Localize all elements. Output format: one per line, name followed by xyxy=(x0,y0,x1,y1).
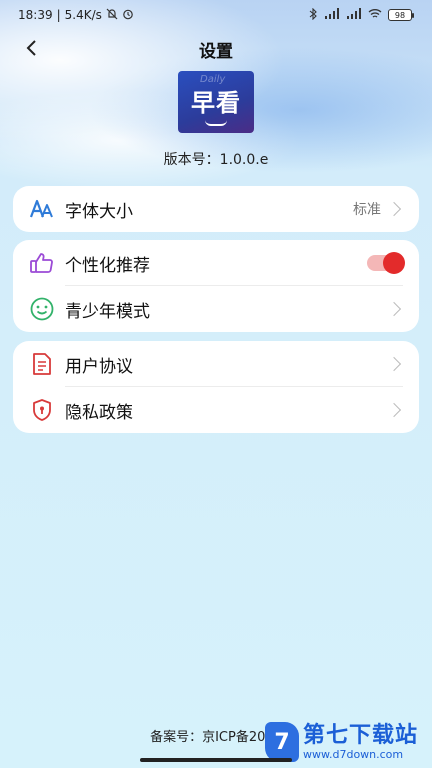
watermark-url: www.d7down.com xyxy=(303,747,404,761)
chevron-right-icon xyxy=(386,356,402,372)
signal-icon-1 xyxy=(324,8,340,22)
watermark-title: 第七下载站 xyxy=(303,722,419,748)
row-personalized-label: 个性化推荐 xyxy=(65,255,150,276)
logo-smile-mark xyxy=(205,120,227,126)
chevron-right-icon xyxy=(386,201,402,217)
alarm-icon xyxy=(122,8,134,23)
home-indicator[interactable] xyxy=(140,758,292,762)
watermark-logo: 7 xyxy=(265,722,299,762)
card-display: 字体大小 标准 xyxy=(13,186,419,232)
thumbs-up-icon xyxy=(29,250,55,276)
row-privacy-policy[interactable]: 隐私政策 xyxy=(13,387,419,433)
wifi-icon xyxy=(368,8,382,22)
card-preferences: 个性化推荐 青少年模式 xyxy=(13,240,419,332)
row-user-agreement-label: 用户协议 xyxy=(65,356,133,377)
status-time: 18:39 xyxy=(18,8,53,22)
toggle-knob xyxy=(383,252,405,274)
back-button[interactable] xyxy=(18,34,46,62)
row-user-agreement[interactable]: 用户协议 xyxy=(13,341,419,387)
bluetooth-icon xyxy=(308,7,318,23)
row-personalized-recommend[interactable]: 个性化推荐 xyxy=(13,240,419,286)
status-speed: 5.4K/s xyxy=(64,8,102,22)
chevron-right-icon xyxy=(386,301,402,317)
logo-small-text: Daily xyxy=(200,74,226,85)
signal-icon-2 xyxy=(346,8,362,22)
smile-face-icon xyxy=(29,296,55,322)
chevron-left-icon xyxy=(26,40,36,56)
personalized-toggle[interactable] xyxy=(367,252,405,274)
card-legal: 用户协议 隐私政策 xyxy=(13,341,419,433)
logo-name: 早看 xyxy=(191,88,241,117)
page-title: 设置 xyxy=(199,41,233,62)
chevron-right-icon xyxy=(386,402,402,418)
shield-icon xyxy=(29,397,55,423)
font-size-icon xyxy=(29,196,55,222)
row-teen-mode[interactable]: 青少年模式 xyxy=(13,286,419,332)
row-font-size-value: 标准 xyxy=(353,202,381,218)
app-logo: Daily 早看 xyxy=(178,71,254,133)
battery-icon: 98 xyxy=(388,9,414,21)
version-label: 版本号：1.0.0.e xyxy=(163,152,269,168)
row-font-size[interactable]: 字体大小 标准 xyxy=(13,186,419,232)
nav-bar: 设置 xyxy=(0,30,432,68)
row-teen-mode-label: 青少年模式 xyxy=(65,301,150,322)
status-bar: 18:39 | 5.4K/s 98 xyxy=(0,0,432,30)
row-font-size-label: 字体大小 xyxy=(65,201,133,222)
mute-icon xyxy=(106,8,118,23)
document-icon xyxy=(29,351,55,377)
row-privacy-label: 隐私政策 xyxy=(65,402,133,423)
status-separator: | xyxy=(56,8,61,22)
